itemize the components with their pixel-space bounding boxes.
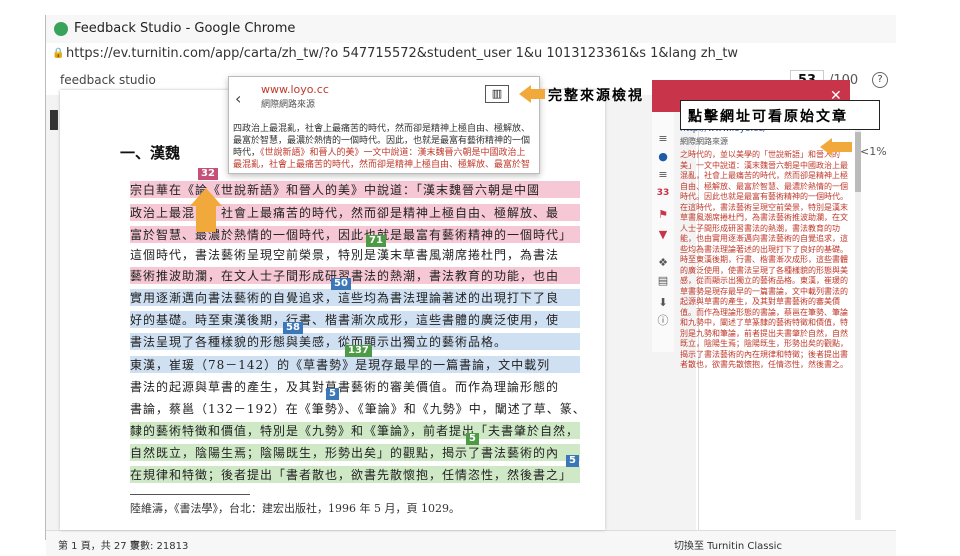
feedback-studio-app-icon [54, 22, 68, 36]
blue-circle-icon[interactable]: ● [656, 150, 670, 164]
match-badge[interactable]: 5 [566, 455, 579, 467]
window-title: Feedback Studio - Google Chrome [74, 21, 296, 36]
callout-full-source-view: 完整來源檢視 [548, 88, 644, 104]
text-line[interactable]: 隸的藝術特徵和價值，特別是《九勢》和《筆論》，前者提出「夫書肇於自然， [130, 422, 580, 439]
footnote: 陸維濤，《書法學》，台北：建宏出版社，1996 年 5 月，頁 1029。 [130, 502, 460, 515]
popup-excerpt-b: 《世說新語》和晉人的美》一文中說道：漢末魏晉六朝是中國政治上最混亂，社會上最痛苦… [233, 148, 531, 169]
text-line[interactable]: 這個時代，書法藝術呈現空前榮景，特別是漢末草書風潮席捲杜門，為書法 [130, 246, 580, 263]
match-count[interactable]: 33 [656, 186, 670, 200]
full-source-text-body: 之時代的，並以美學的「世說新語」和晉人的美」一文中說道：漢末魏晉六朝是中國政治上… [680, 150, 848, 369]
orange-arrow-tail [531, 89, 545, 99]
download-icon[interactable]: ⬇ [656, 296, 670, 310]
feedback-studio-logo: feedback studio [60, 73, 156, 87]
source-percent: <1% [860, 145, 887, 158]
match-badge[interactable]: 71 [366, 235, 386, 247]
layers-icon[interactable]: ≡ [656, 132, 670, 146]
address-bar[interactable]: 🔒 https://ev.turnitin.com/app/carta/zh_t… [46, 43, 896, 66]
text-line[interactable]: 藝術推波助瀾，在文人士子間形成研習書法的熱潮，書法教育的功能，也由 [130, 267, 580, 284]
text-line[interactable]: 自然既立，陰陽生焉；陰陽既生，形勢出矣」的觀點，揭示了書法藝術的內 [130, 444, 580, 461]
help-icon[interactable]: ? [872, 72, 888, 88]
match-badge[interactable]: 58 [283, 322, 303, 334]
orange-up-arrow-icon [190, 188, 222, 206]
status-bar: 第 1 頁，共 27 頁 字數: 21813 切換至 Turnitin Clas… [46, 530, 896, 556]
orange-arrow-icon [820, 138, 832, 156]
source-type-label: 網際網路來源 [680, 137, 728, 146]
source-scrollbar-thumb[interactable] [855, 132, 861, 192]
title-bar: Feedback Studio - Google Chrome [46, 15, 896, 43]
match-badge[interactable]: 5 [326, 388, 339, 400]
callout-click-url: 點擊網址可看原始文章 [688, 109, 848, 125]
footnote-rule [130, 494, 250, 495]
page-nav-marker [50, 110, 58, 130]
match-badge[interactable]: 137 [345, 345, 372, 357]
popup-source-url[interactable]: www.loyo.cc [261, 83, 329, 96]
page-count: 第 1 頁，共 27 頁 [58, 541, 140, 552]
lock-icon: 🔒 [52, 48, 65, 59]
full-source-text[interactable]: 之時代的，並以美學的「世說新語」和晉人的美」一文中說道：漢末魏晉六朝是中國政治上… [680, 150, 850, 520]
word-count: 字數: 21813 [130, 541, 189, 552]
section-heading: 一、漢魏 [120, 144, 181, 162]
orange-arrow-icon [519, 85, 531, 103]
text-line[interactable]: 在規律和特徵；後者提出「書者散也，欲書先散懷抱，任情恣性，然後書之」 [130, 466, 580, 483]
text-line[interactable]: 書論，蔡邕（132－192）在《筆勢》、《筆論》和《九勢》中，闡述了草、篆、 [130, 400, 580, 417]
layers-icon[interactable]: ≡ [656, 168, 670, 182]
info-icon[interactable]: ⓘ [656, 314, 670, 328]
text-line[interactable]: 書法的起源與草書的產生，及其對草書藝術的審美價值。而作為理論形態的 [130, 378, 580, 395]
orange-arrow-tail [832, 142, 852, 152]
text-line[interactable]: 東漢，崔瑗（78－142）的《草書勢》是現存最早的一篇書論，文中載列 [130, 356, 580, 373]
paw-icon[interactable]: ❖ [656, 256, 670, 270]
filter-icon[interactable]: ▼ [656, 228, 670, 242]
flag-icon[interactable]: ⚑ [656, 208, 670, 222]
popup-source-excerpt: 四政治上最混亂，社會上最痛苦的時代，然而卻是精神上極自由、極解放、最富於智慧，最… [233, 123, 533, 169]
full-source-view-icon[interactable]: ▥ [485, 85, 509, 103]
source-popup: ‹ www.loyo.cc 網際網路來源 ▥ 四政治上最混亂，社會上最痛苦的時代… [228, 76, 540, 174]
orange-arrow-tail [196, 206, 216, 232]
switch-classic-link[interactable]: 切換至 Turnitin Classic [674, 537, 782, 552]
match-badge[interactable]: 5 [466, 433, 479, 445]
match-badge[interactable]: 32 [198, 168, 218, 180]
tool-icon-column: ≡ ● ≡ 33 ⚑ ▼ ❖ ▤ ⬇ ⓘ [652, 112, 674, 352]
match-badge[interactable]: 50 [331, 278, 351, 290]
url-text[interactable]: https://ev.turnitin.com/app/carta/zh_tw/… [66, 46, 738, 61]
popup-source-type: 網際網路來源 [261, 100, 316, 110]
rubric-icon[interactable]: ▤ [656, 274, 670, 288]
text-line[interactable]: 好的基礎。時至東漢後期，行書、楷書漸次成形，這些書體的廣泛使用，使 [130, 311, 580, 328]
back-chevron-icon[interactable]: ‹ [235, 89, 241, 108]
text-line[interactable]: 實用逐漸邁向書法藝術的自覺追求，這些均為書法理論著述的出現打下了良 [130, 289, 580, 306]
